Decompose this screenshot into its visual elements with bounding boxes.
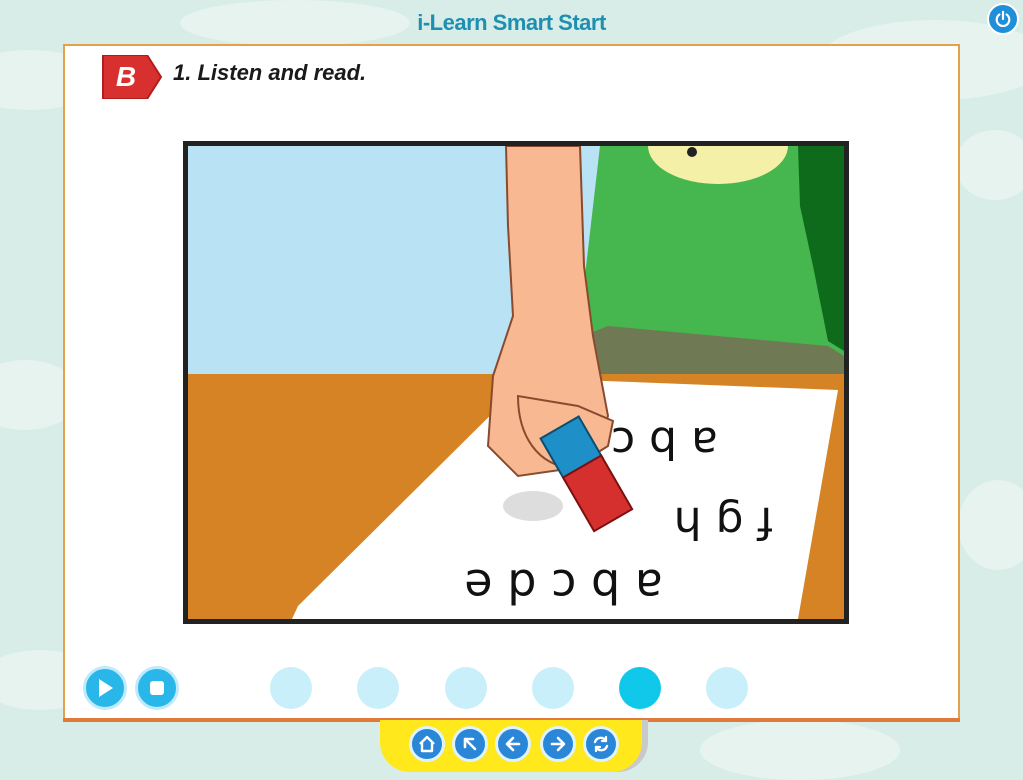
next-button[interactable] — [540, 726, 576, 762]
next-icon — [550, 736, 566, 752]
background-cloud — [700, 720, 900, 780]
instruction-text: 1. Listen and read. — [173, 60, 367, 85]
page-dot-3[interactable] — [445, 667, 487, 709]
previous-button[interactable] — [495, 726, 531, 762]
illustration-hand-erasing-letters: a b c d f g h a b c d e — [188, 146, 844, 619]
back-up-button[interactable] — [452, 726, 488, 762]
refresh-icon — [593, 735, 609, 753]
svg-text:a b c d e: a b c d e — [464, 559, 663, 613]
section-badge: B — [101, 55, 163, 99]
power-button[interactable] — [987, 3, 1019, 35]
page-dot-1[interactable] — [270, 667, 312, 709]
audio-controls — [65, 666, 962, 714]
back-up-icon — [463, 737, 477, 751]
page-dot-6[interactable] — [706, 667, 748, 709]
stop-icon — [150, 681, 164, 695]
play-button[interactable] — [83, 666, 127, 710]
home-button[interactable] — [409, 726, 445, 762]
page-dot-5-active[interactable] — [619, 667, 661, 709]
background-cloud — [958, 480, 1023, 570]
previous-icon — [505, 736, 521, 752]
lesson-illustration: a b c d f g h a b c d e — [183, 141, 849, 624]
power-icon — [995, 10, 1011, 28]
background-cloud — [955, 130, 1023, 200]
play-icon — [99, 679, 113, 697]
home-icon — [419, 735, 435, 753]
svg-text:f g h: f g h — [674, 497, 773, 548]
page-dot-2[interactable] — [357, 667, 399, 709]
app-title: i-Learn Smart Start — [417, 10, 606, 35]
refresh-button[interactable] — [583, 726, 619, 762]
lesson-panel: B 1. Listen and read. a b c d f g h a b … — [63, 44, 960, 721]
section-badge-letter: B — [115, 61, 137, 92]
stop-button[interactable] — [135, 666, 179, 710]
page-dot-4[interactable] — [532, 667, 574, 709]
